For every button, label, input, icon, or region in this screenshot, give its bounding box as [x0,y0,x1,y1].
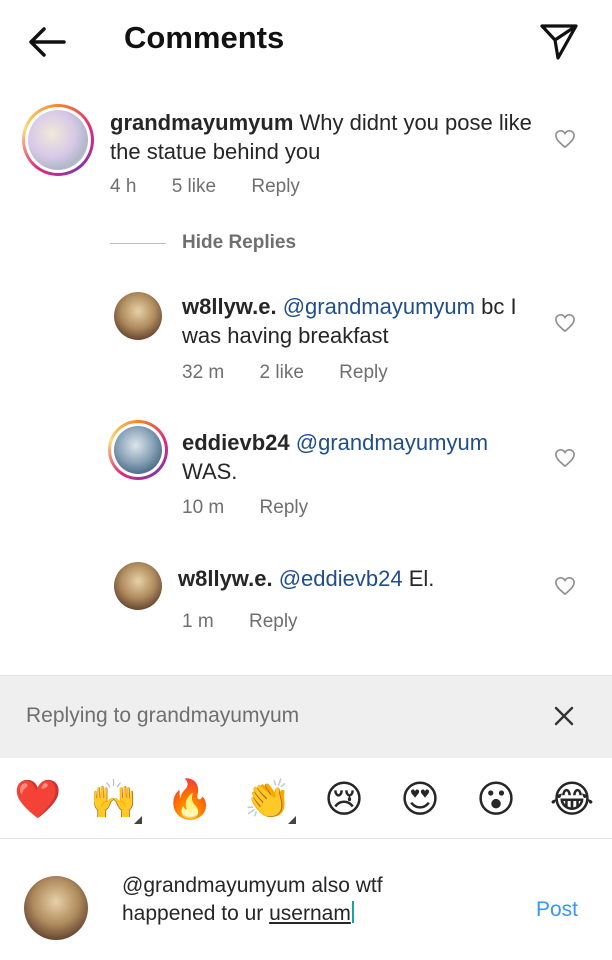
replying-to-label: Replying to grandmayumyum [26,704,300,727]
comment-likes[interactable]: 5 like [172,176,216,197]
page-title: Comments [124,20,285,55]
avatar[interactable] [114,562,162,610]
comment-input-line2: happened to ur usernam [122,900,512,928]
reply-username[interactable]: eddievb24 [182,430,290,455]
reply-likes[interactable]: 2 like [260,362,304,383]
emoji-laughing[interactable]: 😂 [548,776,596,824]
emoji-fire[interactable]: 🔥 [166,776,214,824]
avatar[interactable] [114,292,162,340]
comment-time: 4 h [110,176,137,197]
comment-input-line1: @grandmayumyum also wtf [122,874,383,897]
cancel-reply-button[interactable] [550,702,578,730]
reply-button[interactable]: Reply [251,176,300,197]
reply-meta: 1 m Reply [182,611,328,633]
comment-input[interactable]: @grandmayumyum also wtf happened to ur u… [122,872,512,928]
back-button[interactable] [24,20,72,64]
heart-icon[interactable] [554,129,576,149]
paper-plane-icon [540,24,578,60]
reply-button[interactable]: Reply [249,611,298,632]
reply-username[interactable]: w8llyw.e. [178,566,273,591]
emoji-surprised[interactable]: 😮 [472,776,520,824]
header: Comments [0,0,612,84]
emoji-quick-bar: ❤️ 🙌 🔥 👏 😢 😍 😮 😂 [0,760,612,839]
reply-button[interactable]: Reply [339,362,388,383]
reply-mention[interactable]: @grandmayumyum [296,430,488,455]
post-button[interactable]: Post [536,898,578,922]
comment-composer: @grandmayumyum also wtf happened to ur u… [0,840,612,960]
comment-meta: 4 h 5 like Reply [110,176,330,198]
avatar[interactable] [22,104,94,176]
heart-icon[interactable] [554,313,576,333]
emoji-raised-hands[interactable]: 🙌 [90,776,142,824]
emoji-heart-eyes[interactable]: 😍 [396,776,444,824]
reply-body: w8llyw.e. @eddievb24 El. [178,564,538,593]
emoji-crying[interactable]: 😢 [320,776,368,824]
reply-body: w8llyw.e. @grandmayumyum bc I was having… [182,292,532,350]
replying-to-bar: Replying to grandmayumyum [0,675,612,758]
reply-time: 32 m [182,362,225,383]
reply-mention[interactable]: @grandmayumyum [283,294,475,319]
avatar[interactable] [108,420,168,480]
comment-username[interactable]: grandmayumyum [110,110,293,135]
arrow-left-icon [29,27,66,57]
heart-icon[interactable] [554,576,576,596]
avatar [24,876,88,940]
reply-meta: 32 m 2 like Reply [182,362,418,384]
skin-tone-indicator [134,816,142,824]
close-icon [554,706,574,726]
skin-tone-indicator [288,816,296,824]
reply-button[interactable]: Reply [260,497,309,518]
comment-input-underlined: usernam [269,902,351,925]
text-cursor [351,901,354,923]
share-button[interactable] [536,18,582,64]
comment-body: grandmayumyum Why didnt you pose like th… [110,108,540,166]
emoji-clapping[interactable]: 👏 [244,776,296,824]
reply-time: 10 m [182,497,225,518]
hide-replies-label[interactable]: Hide Replies [182,232,296,254]
heart-icon[interactable] [554,448,576,468]
emoji-heart[interactable]: ❤️ [14,776,62,824]
reply-text: WAS. [182,459,238,484]
emoji-clapping-glyph: 👏 [244,779,292,821]
emoji-raised-hands-glyph: 🙌 [90,779,138,821]
reply-username[interactable]: w8llyw.e. [182,294,277,319]
reply-meta: 10 m Reply [182,497,338,519]
reply-text: El. [408,566,435,591]
reply-time: 1 m [182,611,214,632]
comment-input-plain: happened to ur [122,902,270,925]
divider [110,243,166,244]
reply-body: eddievb24 @grandmayumyum WAS. [182,428,532,486]
reply-mention[interactable]: @eddievb24 [279,566,403,591]
